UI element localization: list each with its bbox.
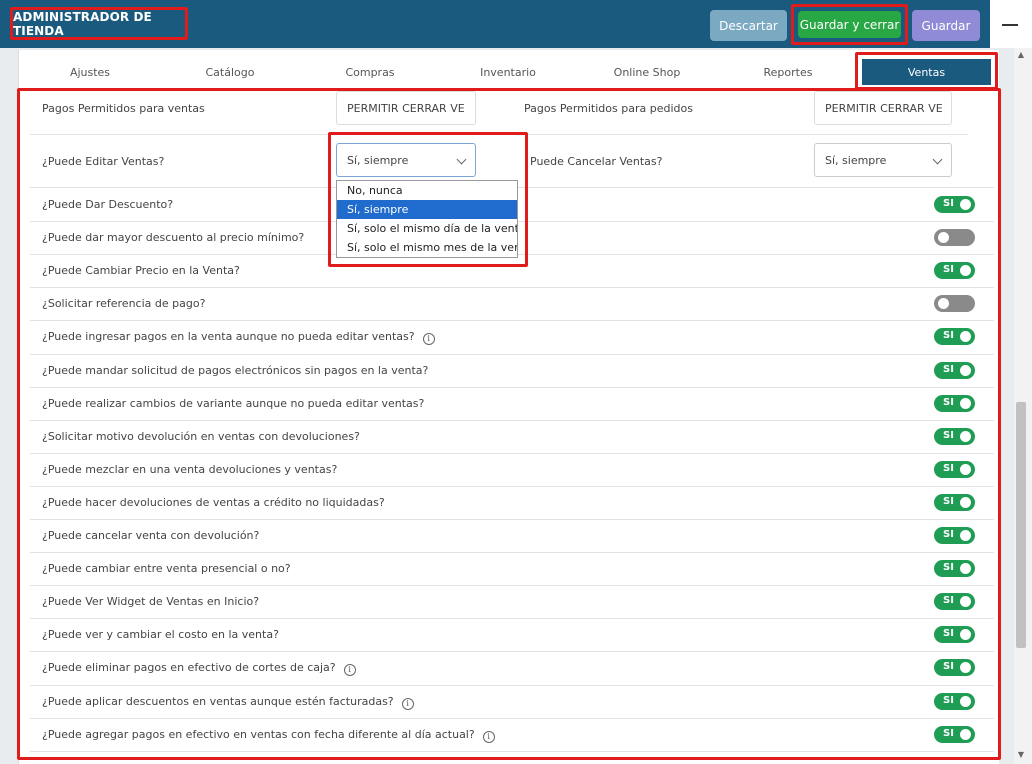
tab-bar: Ajustes Catálogo Compras Inventario Onli…	[20, 54, 998, 90]
scroll-down-icon[interactable]: ▼	[1016, 750, 1026, 760]
scroll-up-icon[interactable]: ▲	[1016, 50, 1026, 60]
tab-ventas[interactable]: Ventas	[862, 59, 991, 85]
tab-catalogo[interactable]: Catálogo	[160, 54, 300, 90]
tab-ventas-highlight: Ventas	[855, 52, 998, 90]
save-close-highlight: Guardar y cerrar	[791, 4, 908, 45]
discard-button[interactable]: Descartar	[710, 10, 787, 41]
save-button[interactable]: Guardar	[912, 10, 980, 41]
tab-online-shop[interactable]: Online Shop	[576, 54, 718, 90]
scrollbar-thumb[interactable]	[1016, 402, 1026, 648]
tab-compras[interactable]: Compras	[300, 54, 440, 90]
content-highlight	[17, 88, 1001, 760]
minimize-icon	[1002, 24, 1018, 26]
save-and-close-button[interactable]: Guardar y cerrar	[798, 11, 901, 38]
minimize-button[interactable]	[990, 0, 1032, 48]
tab-inventario[interactable]: Inventario	[440, 54, 576, 90]
app-header: ADMINISTRADOR DE TIENDA Descartar Guarda…	[0, 0, 1032, 48]
tab-reportes[interactable]: Reportes	[718, 54, 858, 90]
tab-ajustes[interactable]: Ajustes	[20, 54, 160, 90]
app-title: ADMINISTRADOR DE TIENDA	[10, 7, 188, 40]
